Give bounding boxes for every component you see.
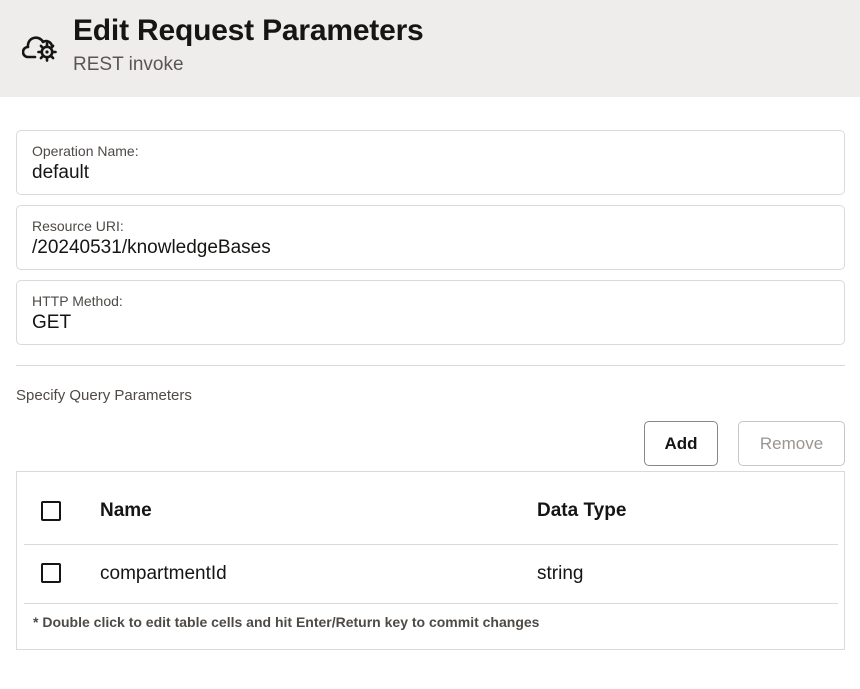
resource-uri-value[interactable]: /20240531/knowledgeBases bbox=[32, 237, 271, 259]
resource-uri-label: Resource URI: bbox=[32, 218, 124, 234]
select-all-checkbox[interactable] bbox=[41, 501, 61, 521]
table-edit-hint: * Double click to edit table cells and h… bbox=[33, 614, 540, 630]
cell-name[interactable]: compartmentId bbox=[100, 563, 227, 585]
row-checkbox[interactable] bbox=[41, 563, 61, 583]
page-title: Edit Request Parameters bbox=[73, 14, 424, 47]
page-subtitle: REST invoke bbox=[73, 54, 184, 75]
cloud-gear-icon bbox=[22, 36, 57, 62]
cell-data-type[interactable]: string bbox=[537, 563, 583, 585]
operation-name-value[interactable]: default bbox=[32, 162, 89, 184]
query-params-table: Name Data Type compartmentId string * Do… bbox=[16, 471, 845, 650]
column-header-data-type[interactable]: Data Type bbox=[537, 500, 626, 522]
operation-name-field[interactable]: Operation Name: default bbox=[16, 130, 845, 195]
column-header-name[interactable]: Name bbox=[100, 500, 152, 522]
operation-name-label: Operation Name: bbox=[32, 143, 139, 159]
table-row[interactable]: compartmentId string bbox=[24, 545, 838, 604]
resource-uri-field[interactable]: Resource URI: /20240531/knowledgeBases bbox=[16, 205, 845, 270]
section-divider bbox=[16, 365, 845, 366]
add-button[interactable]: Add bbox=[644, 421, 718, 466]
dialog-header: Edit Request Parameters REST invoke bbox=[0, 0, 860, 97]
remove-button[interactable]: Remove bbox=[738, 421, 845, 466]
http-method-value[interactable]: GET bbox=[32, 312, 71, 334]
http-method-label: HTTP Method: bbox=[32, 293, 123, 309]
query-params-section-label: Specify Query Parameters bbox=[16, 387, 192, 404]
table-header-row: Name Data Type bbox=[24, 472, 838, 545]
http-method-field[interactable]: HTTP Method: GET bbox=[16, 280, 845, 345]
